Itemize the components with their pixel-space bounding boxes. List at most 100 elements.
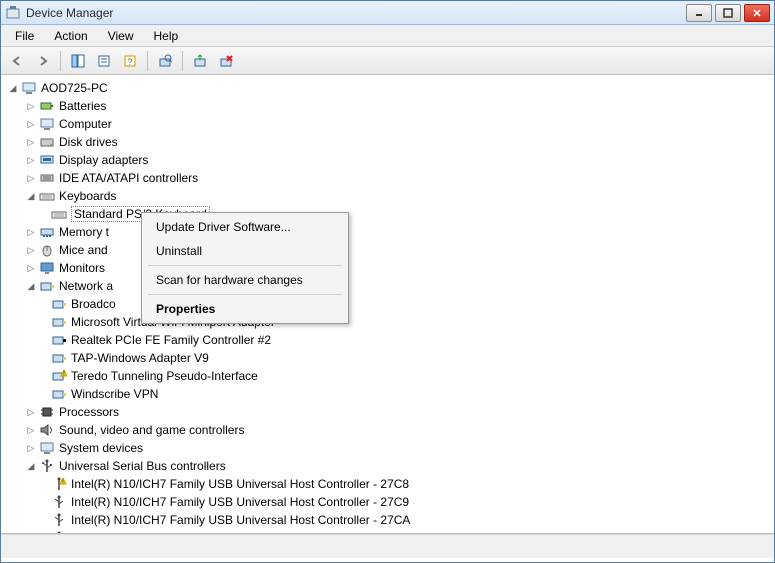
tree-system[interactable]: ▷ System devices [3,439,772,457]
computer-icon [39,116,55,132]
title-bar: Device Manager [1,1,774,25]
tree-usb-item[interactable]: Intel(R) N10/ICH7 Family USB Universal H… [3,511,772,529]
tree-label: System devices [59,441,143,455]
tree-monitors[interactable]: ▷ Monitors [3,259,772,277]
usb-icon [39,458,55,474]
tree-keyboards[interactable]: ◢ Keyboards [3,187,772,205]
uninstall-button[interactable] [214,50,238,72]
collapse-icon[interactable]: ◢ [7,82,19,94]
network-adapter-icon [51,386,67,402]
keyboard-icon [51,206,67,222]
tree-net-tap[interactable]: TAP-Windows Adapter V9 [3,349,772,367]
tree-label: Network a [59,279,113,293]
tree-disk-drives[interactable]: ▷ Disk drives [3,133,772,151]
computer-icon [21,80,37,96]
memory-icon [39,224,55,240]
tree-net-broadcom[interactable]: Broadco [3,295,772,313]
ctx-update-driver[interactable]: Update Driver Software... [144,215,346,239]
tree-label: Windscribe VPN [71,387,158,401]
properties-button[interactable] [92,50,116,72]
expand-icon[interactable]: ▷ [25,442,37,454]
toolbar: ? [1,47,774,75]
tree-label: Keyboards [59,189,116,203]
window-title: Device Manager [26,6,686,20]
collapse-icon[interactable]: ◢ [25,280,37,292]
expand-icon[interactable]: ▷ [25,226,37,238]
expand-icon[interactable]: ▷ [25,172,37,184]
ide-icon [39,170,55,186]
menu-view[interactable]: View [98,27,144,45]
expand-icon[interactable]: ▷ [25,136,37,148]
tree-memory[interactable]: ▷ Memory t [3,223,772,241]
sound-icon [39,422,55,438]
menu-help[interactable]: Help [144,27,189,45]
expand-icon[interactable]: ▷ [25,154,37,166]
usb-warning-icon: ! [51,476,67,492]
tree-label: Intel(R) N10/ICH7 Family USB Universal H… [71,495,409,509]
ctx-separator [148,265,342,266]
tree-net-teredo[interactable]: ! Teredo Tunneling Pseudo-Interface [3,367,772,385]
ctx-uninstall[interactable]: Uninstall [144,239,346,263]
status-bar [1,534,774,558]
tree-label: Mice and [59,243,108,257]
tree-label: Display adapters [59,153,148,167]
scan-hardware-button[interactable] [153,50,177,72]
tree-processors[interactable]: ▷ Processors [3,403,772,421]
maximize-button[interactable] [715,4,741,22]
device-tree: ◢ AOD725-PC ▷ Batteries ▷ Computer ▷ Dis… [3,79,772,534]
show-hide-console-tree-button[interactable] [66,50,90,72]
ctx-scan[interactable]: Scan for hardware changes [144,268,346,292]
tree-label: Sound, video and game controllers [59,423,244,437]
update-driver-button[interactable] [188,50,212,72]
tree-label: Broadco [71,297,116,311]
tree-label: Realtek PCIe FE Family Controller #2 [71,333,271,347]
battery-icon [39,98,55,114]
tree-display-adapters[interactable]: ▷ Display adapters [3,151,772,169]
device-tree-pane[interactable]: ◢ AOD725-PC ▷ Batteries ▷ Computer ▷ Dis… [1,75,774,534]
expand-icon[interactable]: ▷ [25,262,37,274]
minimize-button[interactable] [686,4,712,22]
expand-icon[interactable]: ▷ [25,100,37,112]
usb-icon [51,530,67,534]
forward-button[interactable] [31,50,55,72]
app-icon [5,5,21,21]
tree-label: Memory t [59,225,109,239]
expand-icon[interactable]: ▷ [25,244,37,256]
toolbar-separator [60,51,61,71]
back-button[interactable] [5,50,29,72]
menu-bar: File Action View Help [1,25,774,47]
tree-usb-item[interactable]: Intel(R) N10/ICH7 Family USB Universal H… [3,529,772,534]
tree-label: AOD725-PC [41,81,108,95]
collapse-icon[interactable]: ◢ [25,190,37,202]
expand-icon[interactable]: ▷ [25,406,37,418]
tree-label: Teredo Tunneling Pseudo-Interface [71,369,258,383]
tree-sound[interactable]: ▷ Sound, video and game controllers [3,421,772,439]
expand-icon[interactable]: ▷ [25,424,37,436]
usb-icon [51,494,67,510]
tree-label: Intel(R) N10/ICH7 Family USB Universal H… [71,531,410,534]
tree-usb[interactable]: ◢ Universal Serial Bus controllers [3,457,772,475]
menu-action[interactable]: Action [44,27,97,45]
tree-net-realtek[interactable]: Realtek PCIe FE Family Controller #2 [3,331,772,349]
close-button[interactable] [744,4,770,22]
tree-usb-item[interactable]: ! Intel(R) N10/ICH7 Family USB Universal… [3,475,772,493]
help-button[interactable]: ? [118,50,142,72]
toolbar-separator [147,51,148,71]
ctx-properties[interactable]: Properties [144,297,346,321]
expand-icon[interactable]: ▷ [25,118,37,130]
tree-computer[interactable]: ▷ Computer [3,115,772,133]
tree-label: Batteries [59,99,106,113]
tree-mice[interactable]: ▷ Mice and [3,241,772,259]
tree-ide[interactable]: ▷ IDE ATA/ATAPI controllers [3,169,772,187]
tree-root[interactable]: ◢ AOD725-PC [3,79,772,97]
collapse-icon[interactable]: ◢ [25,460,37,472]
tree-network[interactable]: ◢ Network a [3,277,772,295]
tree-net-virtual[interactable]: Microsoft Virtual WiFi Miniport Adapter [3,313,772,331]
tree-usb-item[interactable]: Intel(R) N10/ICH7 Family USB Universal H… [3,493,772,511]
tree-standard-keyboard[interactable]: Standard PS/2 Keyboard [3,205,772,223]
tree-net-windscribe[interactable]: Windscribe VPN [3,385,772,403]
tree-label: Universal Serial Bus controllers [59,459,226,473]
tree-batteries[interactable]: ▷ Batteries [3,97,772,115]
menu-file[interactable]: File [5,27,44,45]
context-menu: Update Driver Software... Uninstall Scan… [141,212,349,324]
